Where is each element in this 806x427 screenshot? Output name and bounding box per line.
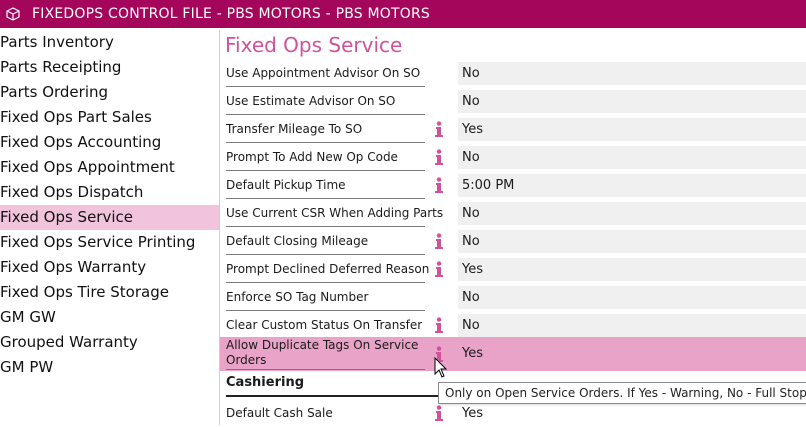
setting-row: Transfer Mileage To SO Yes — [220, 115, 806, 143]
setting-label: Use Appointment Advisor On SO — [226, 59, 425, 87]
setting-row: Default Closing Mileage No — [220, 227, 806, 255]
setting-label: Default Cash Sale — [226, 406, 333, 420]
cube-icon — [6, 6, 22, 22]
setting-value-field[interactable]: No — [458, 202, 806, 225]
setting-label: Allow Duplicate Tags On Service Orders — [226, 337, 425, 370]
page-title: Fixed Ops Service — [225, 33, 403, 57]
setting-value-field[interactable]: No — [458, 286, 806, 309]
window-title: FIXEDOPS CONTROL FILE - PBS MOTORS - PBS… — [32, 6, 430, 22]
info-icon[interactable] — [432, 177, 446, 193]
sidebar-item-fixed-ops-accounting[interactable]: Fixed Ops Accounting — [0, 130, 219, 155]
info-icon[interactable] — [432, 233, 446, 249]
sidebar-item-fixed-ops-tire-storage[interactable]: Fixed Ops Tire Storage — [0, 280, 219, 305]
setting-label: Prompt Declined Deferred Reason — [226, 255, 429, 283]
sidebar-item-fixed-ops-service[interactable]: Fixed Ops Service — [0, 205, 219, 230]
setting-row: Prompt To Add New Op Code No — [220, 143, 806, 171]
setting-value-field[interactable]: 5:00 PM — [458, 174, 806, 197]
setting-value-field[interactable]: No — [458, 146, 806, 169]
info-icon[interactable] — [432, 405, 446, 421]
info-icon[interactable] — [432, 317, 446, 333]
sidebar-item-fixed-ops-dispatch[interactable]: Fixed Ops Dispatch — [0, 180, 219, 205]
setting-label: Default Closing Mileage — [226, 227, 425, 255]
sidebar-item-grouped-warranty[interactable]: Grouped Warranty — [0, 330, 219, 355]
setting-value-field[interactable]: No — [458, 314, 806, 337]
setting-row: Clear Custom Status On Transfer No — [220, 311, 806, 339]
setting-value-field[interactable]: Yes — [458, 337, 806, 371]
info-icon[interactable] — [432, 149, 446, 165]
setting-label: Use Estimate Advisor On SO — [226, 87, 425, 115]
tooltip: Only on Open Service Orders. If Yes - Wa… — [438, 382, 806, 404]
info-icon[interactable] — [432, 121, 446, 137]
info-icon[interactable] — [432, 261, 446, 277]
setting-label: Enforce SO Tag Number — [226, 283, 425, 311]
settings-panel: Fixed Ops Service Use Appointment Adviso… — [220, 30, 806, 425]
setting-row: Use Appointment Advisor On SO No — [220, 59, 806, 87]
sidebar-item-parts-receipting[interactable]: Parts Receipting — [0, 55, 219, 80]
setting-row: Use Current CSR When Adding Parts No — [220, 199, 806, 227]
title-bar: FIXEDOPS CONTROL FILE - PBS MOTORS - PBS… — [0, 0, 806, 28]
setting-label: Clear Custom Status On Transfer — [226, 311, 425, 339]
setting-row: Use Estimate Advisor On SO No — [220, 87, 806, 115]
sidebar-item-gm-gw[interactable]: GM GW — [0, 305, 219, 330]
setting-label: Use Current CSR When Adding Parts — [226, 199, 443, 227]
setting-label: Prompt To Add New Op Code — [226, 143, 425, 171]
setting-value-field[interactable]: No — [458, 90, 806, 113]
sidebar-item-fixed-ops-warranty[interactable]: Fixed Ops Warranty — [0, 255, 219, 280]
mouse-pointer-icon — [434, 356, 448, 383]
setting-value-field[interactable]: Yes — [458, 118, 806, 141]
sidebar-item-fixed-ops-appointment[interactable]: Fixed Ops Appointment — [0, 155, 219, 180]
setting-label: Transfer Mileage To SO — [226, 115, 425, 143]
setting-row: Default Pickup Time 5:00 PM — [220, 171, 806, 199]
sidebar-nav: Parts Inventory Parts Receipting Parts O… — [0, 30, 220, 425]
setting-value-field[interactable]: No — [458, 230, 806, 253]
setting-value-field[interactable]: No — [458, 62, 806, 85]
setting-value-field[interactable]: Yes — [458, 402, 806, 425]
sidebar-item-fixed-ops-service-printing[interactable]: Fixed Ops Service Printing — [0, 230, 219, 255]
sidebar-item-fixed-ops-part-sales[interactable]: Fixed Ops Part Sales — [0, 105, 219, 130]
sidebar-item-gm-pw[interactable]: GM PW — [0, 355, 219, 380]
sidebar-item-parts-inventory[interactable]: Parts Inventory — [0, 30, 219, 55]
sidebar-item-parts-ordering[interactable]: Parts Ordering — [0, 80, 219, 105]
setting-row: Prompt Declined Deferred Reason Yes — [220, 255, 806, 283]
setting-label: Default Pickup Time — [226, 171, 425, 199]
setting-row-highlighted: Allow Duplicate Tags On Service Orders Y… — [220, 337, 806, 371]
setting-value-field[interactable]: Yes — [458, 258, 806, 281]
setting-row: Enforce SO Tag Number No — [220, 283, 806, 311]
